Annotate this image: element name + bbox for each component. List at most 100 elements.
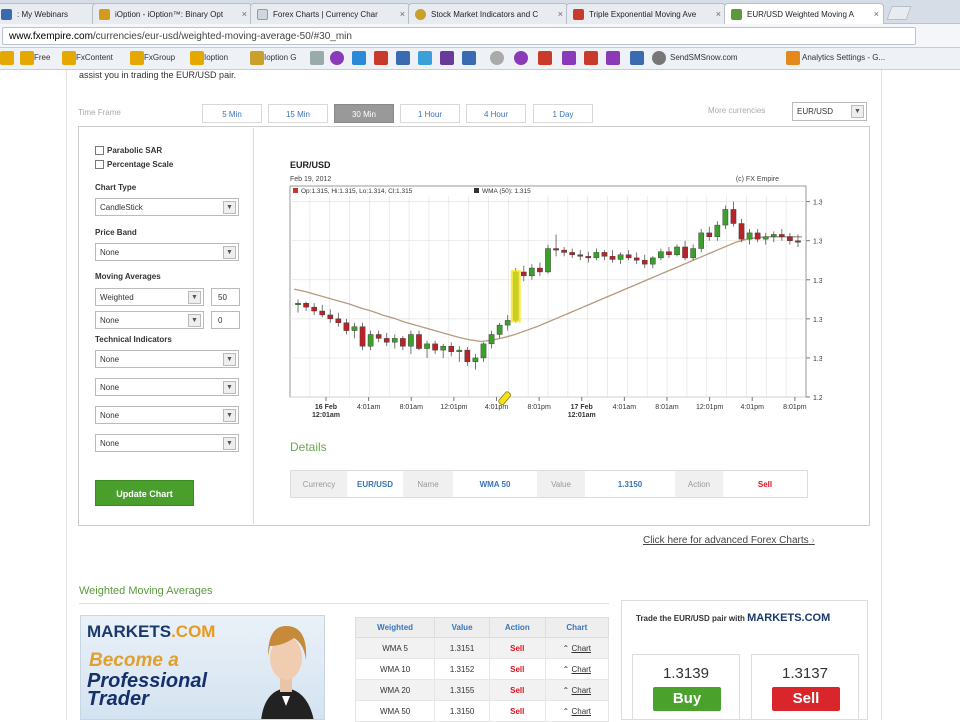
technical-indicator-2-select[interactable]: None ▼ [95,378,239,396]
candle-body [488,334,495,345]
timeframe-4hour-button[interactable]: 4 Hour [466,104,526,123]
price-band-select[interactable]: None ▼ [95,243,239,261]
browser-tab[interactable]: Triple Exponential Moving Ave × [566,3,726,24]
new-tab-button[interactable] [886,6,912,20]
chevron-down-icon: ▼ [223,201,236,214]
bookmark-item[interactable]: Ioption G [264,53,296,62]
bookmark-item[interactable]: Ioption [204,53,228,62]
technical-indicator-1-select[interactable]: None ▼ [95,350,239,368]
timeframe-5min-button[interactable]: 5 Min [202,104,262,123]
moving-average-2-select[interactable]: None ▼ [95,311,204,329]
checkbox-icon[interactable] [95,160,104,169]
analytics-icon [786,51,800,65]
favicon-icon [1,9,12,20]
candle-body [416,334,422,349]
candle-body [327,314,334,320]
bookmark-icon[interactable] [352,51,366,65]
sell-button[interactable]: Sell [772,687,840,711]
x-tick-label: 17 Feb [571,404,593,411]
url-input[interactable]: www.fxempire.com/currencies/eur-usd/weig… [2,27,916,45]
timeframe-30min-button[interactable]: 30 Min [334,104,394,123]
candle-body [682,246,688,259]
details-action-value: Sell [757,480,773,489]
moving-average-1-period[interactable]: 50 [211,288,240,306]
bookmark-item[interactable]: SendSMSnow.com [670,53,738,62]
x-tick-label: 4:01am [357,404,381,411]
candle-body [617,254,624,260]
timeframe-15min-button[interactable]: 15 Min [268,104,328,123]
buy-button[interactable]: Buy [653,687,721,711]
x-tick-label: 12:01pm [440,404,467,411]
advanced-charts-link[interactable]: Click here for advanced Forex Charts › [643,535,815,546]
chart-type-select[interactable]: CandleStick ▼ [95,198,239,216]
buy-box: 1.3139 Buy [632,654,740,720]
chart-link[interactable]: Chart [571,665,591,674]
bookmark-icon[interactable] [462,51,476,65]
bookmark-icon[interactable] [514,51,528,65]
bookmark-item[interactable]: Analytics Settings - G... [802,53,885,62]
bookmark-item[interactable]: FxContent [76,53,113,62]
markets-ad-banner[interactable]: MARKETS.COM Become a Professional Trader [80,615,325,720]
timeframe-1day-button[interactable]: 1 Day [533,104,593,123]
update-chart-button[interactable]: Update Chart [95,480,194,506]
details-row: Currency EUR/USD Name WMA 50 Value 1.315… [290,470,808,498]
close-tab-icon[interactable]: × [400,9,405,19]
table-row: WMA 5 1.3151 Sell ⌃ Chart [354,637,610,659]
bookmark-icon[interactable] [440,51,454,65]
browser-tab[interactable]: Forex Charts | Currency Char × [250,3,410,24]
bookmark-icon[interactable] [330,51,344,65]
bookmark-icon[interactable] [418,51,432,65]
price-chart[interactable]: EUR/USD Feb 19, 2012 (c) FX Empire Op:1.… [286,150,822,430]
candle-body [609,256,616,260]
candle-body [730,209,737,224]
favicon-icon [415,9,426,20]
bookmark-icon[interactable] [374,51,388,65]
moving-average-1-select[interactable]: Weighted ▼ [95,288,204,306]
chart-title: EUR/USD [290,160,331,170]
bookmark-icon[interactable] [396,51,410,65]
bookmark-item[interactable]: FxGroup [144,53,175,62]
candle-body [674,246,680,255]
x-tick-label: 4:01pm [485,404,509,411]
close-tab-icon[interactable]: × [558,9,563,19]
column-header: Chart [544,617,610,638]
divider [79,603,609,604]
browser-tab[interactable]: iOption - iOption™: Binary Opt × [92,3,252,24]
bookmark-icon [652,51,666,65]
candle-body [553,248,559,251]
chevron-down-icon: ▼ [223,437,236,450]
bookmark-icon[interactable] [584,51,598,65]
bookmark-item[interactable]: Free [34,53,50,62]
folder-icon [62,51,76,65]
bookmark-icon[interactable] [562,51,576,65]
bookmark-icon[interactable] [310,51,324,65]
percentage-scale-checkbox[interactable]: Percentage Scale [95,160,173,169]
candle-body [351,326,358,331]
checkbox-icon[interactable] [95,146,104,155]
technical-indicator-3-select[interactable]: None ▼ [95,406,239,424]
moving-average-2-period[interactable]: 0 [211,311,240,329]
candle-body [319,310,326,316]
chart-link[interactable]: Chart [571,686,591,695]
legend-wma: WMA (50): 1.315 [482,188,531,195]
bookmark-icon[interactable] [630,51,644,65]
details-action-label: Action [675,471,723,497]
legend-ohlc: Op:1.315, Hi:1.315, Lo:1.314, Cl:1.315 [301,188,413,195]
bookmark-icon[interactable] [490,51,504,65]
candle-body [569,252,575,255]
chart-link[interactable]: Chart [571,644,591,653]
close-tab-icon[interactable]: × [874,9,879,19]
browser-tab[interactable]: Stock Market Indicators and C × [408,3,568,24]
parabolic-sar-checkbox[interactable]: Parabolic SAR [95,146,162,155]
bookmark-icon[interactable] [606,51,620,65]
chart-link[interactable]: Chart [571,707,591,716]
technical-indicator-4-select[interactable]: None ▼ [95,434,239,452]
close-tab-icon[interactable]: × [242,9,247,19]
close-tab-icon[interactable]: × [716,9,721,19]
candle-body [359,326,366,347]
bookmark-icon[interactable] [538,51,552,65]
browser-tab-active[interactable]: EUR/USD Weighted Moving A × [724,3,884,24]
timeframe-1hour-button[interactable]: 1 Hour [400,104,460,123]
currency-select[interactable]: EUR/USD ▼ [792,102,867,121]
candle-body [625,254,632,259]
